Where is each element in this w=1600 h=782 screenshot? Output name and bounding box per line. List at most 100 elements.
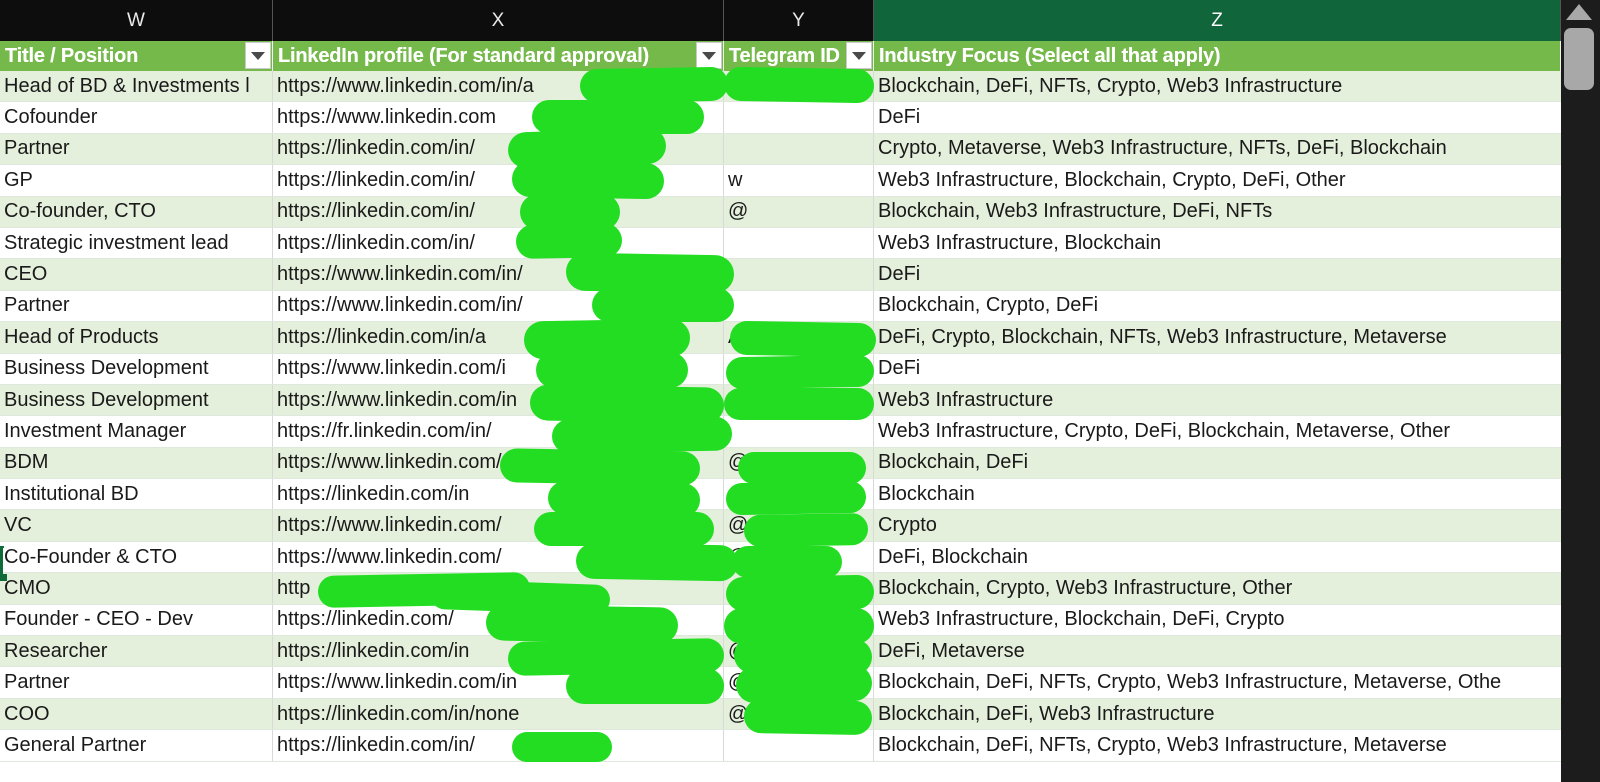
table-row[interactable]: BDM https://www.linkedin.com/@ Blockchain,… — [0, 447, 1561, 480]
filter-dropdown-button[interactable] — [846, 42, 872, 69]
cell-z[interactable]: Web3 Infrastructure, Crypto, DeFi, Block… — [874, 416, 1561, 446]
cell-z[interactable]: DeFi — [874, 259, 1561, 289]
cell-y[interactable] — [724, 259, 874, 290]
cell-x[interactable]: https://linkedin.com/in/ — [273, 196, 724, 227]
cell-y[interactable] — [724, 290, 874, 322]
cell-z[interactable]: Web3 Infrastructure, Blockchain, DeFi, C… — [874, 605, 1561, 635]
cell-y[interactable] — [724, 227, 874, 259]
cell-y[interactable]: @ — [724, 667, 874, 698]
cell-y[interactable] — [724, 479, 874, 510]
cell-y[interactable]: w — [724, 165, 874, 196]
table-row[interactable]: Co-Founder & CTO https://www.linkedin.com… — [0, 541, 1561, 574]
cell-w[interactable]: Co-founder, CTO — [0, 196, 273, 227]
cell-z[interactable]: DeFi, Blockchain — [874, 542, 1561, 572]
cell-w[interactable]: Co-Founder & CTO — [0, 541, 273, 573]
cell-y[interactable] — [724, 416, 874, 447]
cell-x[interactable]: https://www.linkedin.com — [273, 102, 724, 133]
cell-w[interactable]: GP — [0, 165, 273, 196]
cell-w[interactable]: Researcher — [0, 636, 273, 667]
cell-z[interactable]: Crypto, Metaverse, Web3 Infrastructure, … — [874, 134, 1561, 164]
cell-w[interactable]: CMO — [0, 573, 273, 604]
table-row[interactable]: Business Development https://www.linkedin… — [0, 384, 1561, 417]
table-row[interactable]: GP https://linkedin.com/in/w Web3 Infrastr… — [0, 165, 1561, 197]
scrollbar-thumb[interactable] — [1564, 28, 1594, 90]
cell-x[interactable]: https://www.linkedin.com/ — [273, 447, 724, 479]
cell-z[interactable]: Blockchain, Crypto, DeFi — [874, 291, 1561, 321]
cell-x[interactable]: https://www.linkedin.com/in/ — [273, 290, 724, 322]
cell-x[interactable]: https://www.linkedin.com/ — [273, 541, 724, 573]
cell-z[interactable]: Web3 Infrastructure, Blockchain, Crypto,… — [874, 165, 1561, 195]
filter-dropdown-button[interactable] — [696, 42, 722, 69]
cell-w[interactable]: BDM — [0, 447, 273, 479]
cell-z[interactable]: Crypto — [874, 510, 1561, 540]
cell-w[interactable]: Head of BD & Investments l — [0, 71, 273, 102]
cell-x[interactable]: https://www.linkedin.com/in/ — [273, 259, 724, 290]
table-row[interactable]: VC https://www.linkedin.com/@ Crypto — [0, 510, 1561, 542]
table-row[interactable]: Cofounder https://www.linkedin.com DeFi — [0, 102, 1561, 134]
cell-x[interactable]: https://linkedin.com/in/a — [273, 322, 724, 353]
cell-z[interactable]: Web3 Infrastructure — [874, 385, 1561, 415]
cell-x[interactable]: https://linkedin.com/in/ — [273, 227, 724, 259]
cell-w[interactable]: Business Development — [0, 384, 273, 416]
table-row[interactable]: CMO http Blockchain, Crypto, Web3 Infrastr… — [0, 573, 1561, 605]
cell-x[interactable]: https://www.linkedin.com/in/a — [273, 71, 724, 102]
cell-y[interactable] — [724, 384, 874, 416]
vertical-scrollbar[interactable] — [1561, 0, 1600, 782]
table-row[interactable]: Partner https://linkedin.com/in/Crypto, M… — [0, 133, 1561, 166]
column-header-y[interactable]: Y — [724, 0, 874, 41]
filter-header-cell-z[interactable]: Industry Focus (Select all that apply) — [874, 41, 1561, 71]
column-header-w[interactable]: W — [0, 0, 273, 41]
cell-w[interactable]: Partner — [0, 290, 273, 322]
cell-z[interactable]: Blockchain, DeFi, NFTs, Crypto, Web3 Inf… — [874, 667, 1561, 697]
cell-w[interactable]: Head of Products — [0, 322, 273, 353]
cell-w[interactable]: Institutional BD — [0, 479, 273, 510]
cell-x[interactable]: https://linkedin.com/in/none — [273, 698, 724, 730]
cell-z[interactable]: Blockchain, Web3 Infrastructure, DeFi, N… — [874, 197, 1561, 227]
table-row[interactable]: Strategic investment lead https://linkedi… — [0, 227, 1561, 260]
cell-y[interactable] — [724, 573, 874, 604]
table-row[interactable]: COO https://linkedin.com/in/none @ Blockcha… — [0, 698, 1561, 731]
table-row[interactable]: Head of Products https://linkedin.com/in/… — [0, 322, 1561, 354]
table-row[interactable]: Partner https://www.linkedin.com/in/Block… — [0, 290, 1561, 323]
cell-y[interactable]: A — [724, 71, 874, 102]
cell-x[interactable]: https://linkedin.com/in/ — [273, 730, 724, 761]
cell-z[interactable]: DeFi — [874, 102, 1561, 132]
cell-x[interactable]: https://www.linkedin.com/ — [273, 510, 724, 541]
cell-w[interactable]: VC — [0, 510, 273, 541]
cell-w[interactable]: COO — [0, 698, 273, 730]
cell-y[interactable] — [724, 730, 874, 761]
table-row[interactable]: Co-founder, CTO https://linkedin.com/in/@… — [0, 196, 1561, 228]
table-row[interactable]: Business Development https://www.linkedin… — [0, 353, 1561, 385]
cell-x[interactable]: https://www.linkedin.com/in — [273, 384, 724, 416]
cell-z[interactable]: DeFi — [874, 354, 1561, 384]
filter-header-cell-x[interactable]: LinkedIn profile (For standard approval) — [273, 41, 724, 71]
cell-w[interactable]: CEO — [0, 259, 273, 290]
scrollbar-track[interactable] — [1561, 0, 1600, 782]
cell-w[interactable]: General Partner — [0, 730, 273, 761]
table-row[interactable]: Partner https://www.linkedin.com/in @ Block… — [0, 667, 1561, 699]
cell-z[interactable]: Blockchain — [874, 479, 1561, 509]
table-row[interactable]: General Partner https://linkedin.com/in/B… — [0, 730, 1561, 762]
cell-w[interactable]: Cofounder — [0, 102, 273, 133]
cell-y[interactable]: A — [724, 322, 874, 353]
filter-header-cell-w[interactable]: Title / Position — [0, 41, 273, 71]
cell-z[interactable]: DeFi, Metaverse — [874, 636, 1561, 666]
table-row[interactable]: Institutional BD https://linkedin.com/in B… — [0, 479, 1561, 511]
cell-z[interactable]: Blockchain, DeFi, NFTs, Crypto, Web3 Inf… — [874, 71, 1561, 101]
filter-dropdown-button[interactable] — [245, 42, 271, 69]
cell-x[interactable]: https://fr.linkedin.com/in/ — [273, 416, 724, 447]
cell-x[interactable]: https://www.linkedin.com/in — [273, 667, 724, 698]
cell-x[interactable]: http — [273, 573, 724, 604]
column-header-x[interactable]: X — [273, 0, 724, 41]
cell-y[interactable]: @ — [724, 447, 874, 479]
cell-z[interactable]: Blockchain, Crypto, Web3 Infrastructure,… — [874, 573, 1561, 603]
cell-y[interactable]: @ — [724, 196, 874, 227]
cell-y[interactable]: @ — [724, 636, 874, 667]
cell-z[interactable]: Blockchain, DeFi, Web3 Infrastructure — [874, 699, 1561, 729]
cell-x[interactable]: https://linkedin.com/in — [273, 636, 724, 667]
cell-w[interactable]: Partner — [0, 133, 273, 165]
cell-z[interactable]: Blockchain, DeFi, NFTs, Crypto, Web3 Inf… — [874, 730, 1561, 760]
cell-y[interactable] — [724, 604, 874, 636]
table-row[interactable]: Head of BD & Investments l https://www.li… — [0, 71, 1561, 103]
cell-z[interactable]: DeFi, Crypto, Blockchain, NFTs, Web3 Inf… — [874, 322, 1561, 352]
